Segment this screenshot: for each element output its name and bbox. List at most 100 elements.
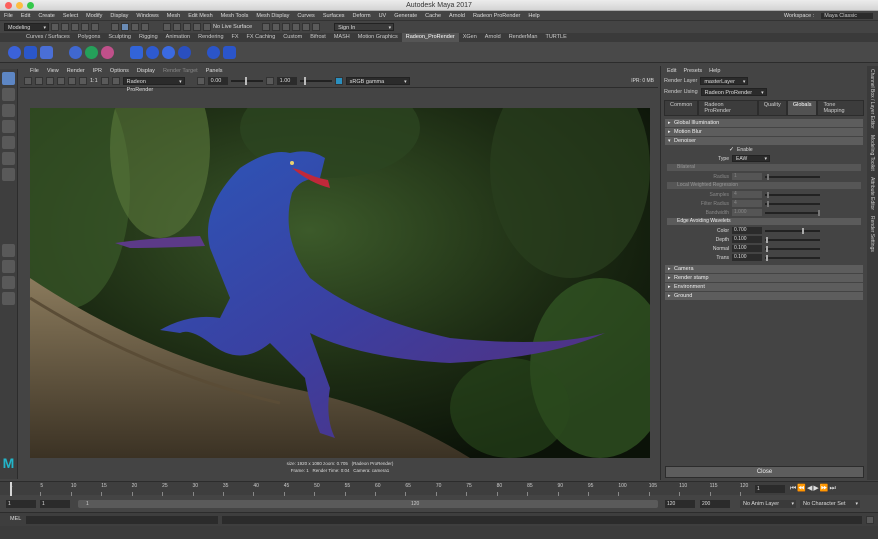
pause-icon[interactable] <box>312 23 321 31</box>
eaw-depth-field[interactable]: 0.100 <box>732 236 762 243</box>
side-tab-attribute-editor[interactable]: Attribute Editor <box>869 174 875 213</box>
tab-radeon-prorender[interactable]: Radeon ProRender <box>698 100 758 115</box>
snap-curve-icon[interactable] <box>163 23 171 31</box>
four-pane-layout-icon[interactable] <box>2 260 15 273</box>
ipr-icon[interactable] <box>57 77 65 85</box>
filter-radius-field[interactable]: 4 <box>732 200 762 207</box>
workspace-dropdown[interactable]: Maya Classic <box>821 13 873 19</box>
folder-icon[interactable] <box>51 23 59 31</box>
pr-light-icon[interactable] <box>162 45 175 59</box>
time-ruler[interactable]: 1510152025303540455055606570758085909510… <box>10 482 750 496</box>
single-pane-layout-icon[interactable] <box>2 244 15 257</box>
rotate-tool-icon[interactable] <box>2 136 15 149</box>
hypershade-icon[interactable] <box>302 23 311 31</box>
history-icon[interactable] <box>262 23 271 31</box>
pr-cloud-icon[interactable] <box>130 45 143 59</box>
menu-mesh-display[interactable]: Mesh Display <box>252 13 293 19</box>
section-global-illumination[interactable]: Global Illumination <box>665 119 863 127</box>
keep-image-icon[interactable] <box>100 77 109 85</box>
redo-render-icon[interactable] <box>24 77 32 85</box>
render-layer-dropdown[interactable]: masterLayer <box>700 76 749 86</box>
snap-point-icon[interactable] <box>173 23 181 31</box>
shelf-tab-renderman[interactable]: RenderMan <box>505 33 542 42</box>
step-back-icon[interactable]: ⏪ <box>797 485 807 492</box>
snap-grid-icon[interactable] <box>141 23 149 31</box>
shelf-tab-mash[interactable]: MASH <box>330 33 354 42</box>
mel-input[interactable] <box>26 516 218 524</box>
character-set-dropdown[interactable]: No Character Set <box>800 500 860 508</box>
settings-menu-presets[interactable]: Presets <box>683 68 702 74</box>
current-frame-field[interactable]: 1 <box>755 485 785 493</box>
eaw-trans-slider[interactable] <box>765 254 820 261</box>
minimize-window-button[interactable] <box>16 2 23 9</box>
pr-info-icon[interactable] <box>207 45 220 59</box>
section-camera[interactable]: Camera <box>665 265 863 273</box>
menu-uv[interactable]: UV <box>375 13 391 19</box>
eaw-trans-field[interactable]: 0.100 <box>732 254 762 261</box>
step-forward-icon[interactable]: ⏩ <box>820 485 830 492</box>
zoom-ratio[interactable]: 1:1 <box>90 78 98 84</box>
shelf-tab-curves-surfaces[interactable]: Curves / Surfaces <box>22 33 74 42</box>
pr-color-icon[interactable] <box>101 45 114 59</box>
zoom-window-button[interactable] <box>27 2 34 9</box>
pr-ies-icon[interactable] <box>178 45 191 59</box>
settings-menu-help[interactable]: Help <box>709 68 720 74</box>
eaw-normal-slider[interactable] <box>765 245 820 252</box>
menu-edit[interactable]: Edit <box>17 13 34 19</box>
shelf-tab-animation[interactable]: Animation <box>162 33 194 42</box>
eaw-subsection[interactable]: Edge Avoiding Wavelets <box>667 218 861 225</box>
color-management-icon[interactable] <box>334 77 343 85</box>
close-button[interactable]: Close <box>665 466 864 478</box>
render-frame-icon[interactable] <box>272 23 281 31</box>
pr-convert-icon[interactable] <box>40 45 53 59</box>
tab-globals[interactable]: Globals <box>786 100 818 115</box>
menu-edit-mesh[interactable]: Edit Mesh <box>184 13 216 19</box>
open-icon[interactable] <box>71 23 79 31</box>
playback-start-field[interactable]: 1 <box>40 500 70 508</box>
close-window-button[interactable] <box>5 2 12 9</box>
menu-windows[interactable]: Windows <box>132 13 162 19</box>
section-ground[interactable]: Ground <box>665 292 863 300</box>
live-surface-label[interactable]: No Live Surface <box>213 24 252 30</box>
section-motion-blur[interactable]: Motion Blur <box>665 128 863 136</box>
bandwidth-field[interactable]: 1.000 <box>732 209 762 216</box>
shelf-tab-motion-graphics[interactable]: Motion Graphics <box>354 33 402 42</box>
go-to-end-icon[interactable]: ⏭ <box>830 485 837 492</box>
menu-generate[interactable]: Generate <box>390 13 421 19</box>
section-render-stamp[interactable]: Render stamp <box>665 274 863 282</box>
script-editor-icon[interactable] <box>866 516 874 524</box>
range-slider[interactable]: 1 120 <box>78 500 658 508</box>
denoiser-section[interactable]: Denoiser <box>665 137 863 145</box>
anim-layer-dropdown[interactable]: No Anim Layer <box>740 500 796 508</box>
gamma-field[interactable]: 1.00 <box>276 77 297 85</box>
workspace-selector[interactable]: Workspace : Maya Classic <box>780 11 873 21</box>
current-time-indicator[interactable] <box>10 482 12 496</box>
menu-file[interactable]: File <box>0 13 17 19</box>
bilateral-subsection[interactable]: Bilateral <box>667 164 861 171</box>
render-view-menu-file[interactable]: File <box>26 68 43 74</box>
render-view-menu-display[interactable]: Display <box>133 68 159 74</box>
settings-menu-edit[interactable]: Edit <box>667 68 676 74</box>
eaw-color-slider[interactable] <box>765 227 820 234</box>
shelf-tab-rigging[interactable]: Rigging <box>135 33 162 42</box>
side-tab-modeling-toolkit[interactable]: Modeling Toolkit <box>869 132 875 174</box>
render-using-dropdown[interactable]: Radeon ProRender <box>700 87 767 97</box>
redo-icon[interactable] <box>91 23 99 31</box>
menu-deform[interactable]: Deform <box>349 13 375 19</box>
render-view-menu-options[interactable]: Options <box>106 68 133 74</box>
undo-icon[interactable] <box>81 23 89 31</box>
render-settings-icon[interactable] <box>292 23 301 31</box>
shelf-tab-sculpting[interactable]: Sculpting <box>104 33 135 42</box>
select-component-icon[interactable] <box>131 23 139 31</box>
mel-label[interactable]: MEL <box>10 516 21 522</box>
shelf-tab-radeon-prorender[interactable]: Radeon_ProRender <box>401 33 459 42</box>
lasso-tool-icon[interactable] <box>2 88 15 101</box>
lwr-subsection[interactable]: Local Weighted Regression <box>667 182 861 189</box>
shelf-tab-custom[interactable]: Custom <box>279 33 306 42</box>
shelf-tab-rendering[interactable]: Rendering <box>194 33 227 42</box>
pr-sky-icon[interactable] <box>146 45 159 59</box>
bandwidth-slider[interactable] <box>765 209 820 216</box>
select-object-icon[interactable] <box>121 23 129 31</box>
filter-radius-slider[interactable] <box>765 200 820 207</box>
menu-surfaces[interactable]: Surfaces <box>319 13 349 19</box>
